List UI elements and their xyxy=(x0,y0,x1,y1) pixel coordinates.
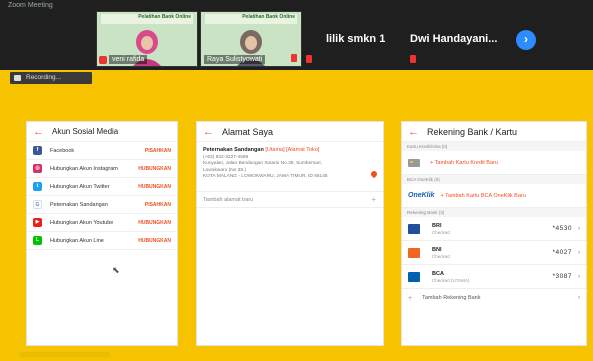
chevron-right-icon: › xyxy=(524,32,528,46)
social-logo-icon: G xyxy=(33,200,42,209)
add-address-label: Tambah alamat baru xyxy=(203,196,254,203)
account-number: *3087 xyxy=(552,273,572,280)
social-logo-icon: f xyxy=(33,146,42,155)
chevron-right-icon: › xyxy=(578,249,580,256)
panel-title: Akun Sosial Media xyxy=(52,127,119,136)
plus-icon: + xyxy=(371,195,376,204)
back-arrow-icon[interactable]: ← xyxy=(33,126,44,138)
recording-indicator[interactable]: Recording... xyxy=(10,72,92,84)
bottom-blur xyxy=(20,352,110,357)
chevron-right-icon: › xyxy=(578,295,580,301)
bank-logo-icon xyxy=(408,271,420,282)
bank-logo-icon xyxy=(408,223,420,234)
address-tags: [Utama] [Alamat Toko] xyxy=(265,147,320,153)
plus-icon: + xyxy=(408,294,413,302)
add-bank-label: Tambah Rekening Bank xyxy=(422,295,481,301)
oneklik-logo: OneKlik xyxy=(408,192,435,199)
bank-status: Checked xyxy=(432,253,450,259)
mic-muted-icon xyxy=(99,56,107,64)
participant-name: Raya Sulistyowati xyxy=(204,55,266,64)
panel-header: ← Akun Sosial Media xyxy=(27,122,177,142)
social-row[interactable]: L Hubungkan Akun Line HUBUNGKAN xyxy=(27,232,177,250)
social-logo-icon: ◎ xyxy=(33,164,42,173)
bank-account-section-header: Rekening Bank (3) xyxy=(402,208,586,217)
participant-tile-2[interactable]: Pelatihan Bank Online Raya Sulistyowati xyxy=(200,11,302,67)
mic-muted-icon xyxy=(410,55,416,63)
address-panel: ← Alamat Saya Peternakan Sandangan [Utam… xyxy=(196,121,384,346)
add-credit-card-button[interactable]: + Tambah Kartu Kredit Baru xyxy=(402,151,586,175)
add-credit-card-label: + Tambah Kartu Kredit Baru xyxy=(430,159,498,166)
social-action-link[interactable]: HUBUNGKAN xyxy=(138,184,171,190)
video-strip: Zoom Meeting Pelatihan Bank Online veni … xyxy=(0,0,593,70)
account-number: *4027 xyxy=(552,249,572,256)
window-title: Zoom Meeting xyxy=(8,2,53,9)
social-action-link[interactable]: HUBUNGKAN xyxy=(138,166,171,172)
bank-card-panel: ← Rekening Bank / Kartu Kartu Kredit/Vis… xyxy=(401,121,587,346)
social-media-panel: ← Akun Sosial Media f Facebook PISAHKAN ◎ Hu… xyxy=(26,121,178,346)
bank-name: BNI xyxy=(432,246,442,253)
social-row[interactable]: ◎ Hubungkan Akun Instagram HUBUNGKAN xyxy=(27,160,177,178)
next-participants-button[interactable]: › xyxy=(516,30,536,50)
social-label: Hubungkan Akun Twitter xyxy=(50,183,110,190)
tile-banner: Pelatihan Bank Online xyxy=(242,14,295,20)
cloud-record-icon xyxy=(14,75,21,81)
social-logo-icon: L xyxy=(33,236,42,245)
address-city: KOTA MALANG - LOWOKWARU, JAWA TIMUR, ID … xyxy=(203,174,328,179)
social-logo-icon: ▶ xyxy=(33,218,42,227)
social-row[interactable]: t Hubungkan Akun Twitter HUBUNGKAN xyxy=(27,178,177,196)
chevron-right-icon: › xyxy=(578,225,580,232)
mic-muted-icon xyxy=(306,55,312,63)
panel-header: ← Rekening Bank / Kartu xyxy=(402,122,586,142)
back-arrow-icon[interactable]: ← xyxy=(408,126,419,138)
address-district: Lowokwaru (No 38.) xyxy=(203,167,246,173)
social-action-link[interactable]: HUBUNGKAN xyxy=(138,220,171,226)
chevron-right-icon: › xyxy=(578,273,580,280)
panel-title: Rekening Bank / Kartu xyxy=(427,126,518,137)
account-number: *4530 xyxy=(552,225,572,232)
bank-logo-icon xyxy=(408,247,420,258)
social-label: Hubungkan Akun Line xyxy=(50,237,104,244)
credit-card-section-header: Kartu Kredit/Visa (0) xyxy=(402,142,586,151)
address-card[interactable]: Peternakan Sandangan [Utama] [Alamat Tok… xyxy=(197,142,383,192)
social-row[interactable]: f Facebook PISAHKAN xyxy=(27,142,177,160)
social-action-link[interactable]: HUBUNGKAN xyxy=(138,238,171,244)
credit-card-icon xyxy=(408,158,420,167)
add-oneklik-button[interactable]: OneKlik + Tambah Kartu BCA OneKlik Baru xyxy=(402,184,586,208)
recording-label: Recording... xyxy=(26,74,62,81)
back-arrow-icon[interactable]: ← xyxy=(203,126,214,138)
social-logo-icon: t xyxy=(33,182,42,191)
social-action-link[interactable]: PISAHKAN xyxy=(145,148,171,154)
social-action-link[interactable]: PISAHKAN xyxy=(145,202,171,208)
address-street: Kunyalan, Jalan Bendungan Sutami No.39, … xyxy=(203,161,322,166)
bank-account-row[interactable]: BRI Checked *4530 › xyxy=(402,217,586,241)
social-label: Hubungkan Akun Instagram xyxy=(50,165,118,172)
add-oneklik-label: + Tambah Kartu BCA OneKlik Baru xyxy=(440,192,526,199)
social-label: Facebook xyxy=(50,147,75,154)
social-label: Hubungkan Akun Youtube xyxy=(50,219,114,226)
social-label: Peternakan Sandangan xyxy=(50,201,108,208)
bank-name: BCA xyxy=(432,270,444,277)
participant-name[interactable]: lilik smkn 1 xyxy=(326,33,385,45)
mic-muted-icon xyxy=(291,54,297,62)
bank-account-row[interactable]: BCA Checked (UTAMA) *3087 › xyxy=(402,265,586,289)
bank-status: Checked (UTAMA) xyxy=(432,277,470,283)
participant-name: veni rafida xyxy=(109,55,148,64)
tile-banner: Pelatihan Bank Online xyxy=(138,14,191,20)
social-row[interactable]: ▶ Hubungkan Akun Youtube HUBUNGKAN xyxy=(27,214,177,232)
panel-title: Alamat Saya xyxy=(222,126,274,137)
participant-name[interactable]: Dwi Handayani... xyxy=(410,33,497,45)
social-row[interactable]: G Peternakan Sandangan PISAHKAN xyxy=(27,196,177,214)
address-name: Peternakan Sandangan xyxy=(203,147,264,153)
oneklik-section-header: BCA OneKlik (0) xyxy=(402,175,586,184)
bank-status: Checked xyxy=(432,229,450,235)
address-phone: (+62) 822-3227-4559 xyxy=(203,154,249,160)
bank-name: BRI xyxy=(432,222,442,229)
panel-header: ← Alamat Saya xyxy=(197,122,383,142)
add-address-button[interactable]: Tambah alamat baru + xyxy=(197,192,383,208)
bank-account-row[interactable]: BNI Checked *4027 › xyxy=(402,241,586,265)
mouse-cursor-icon: ⬉ xyxy=(112,265,120,275)
add-bank-account-button[interactable]: + Tambah Rekening Bank › xyxy=(402,289,586,307)
participant-tile-1[interactable]: Pelatihan Bank Online veni rafida xyxy=(96,11,198,67)
